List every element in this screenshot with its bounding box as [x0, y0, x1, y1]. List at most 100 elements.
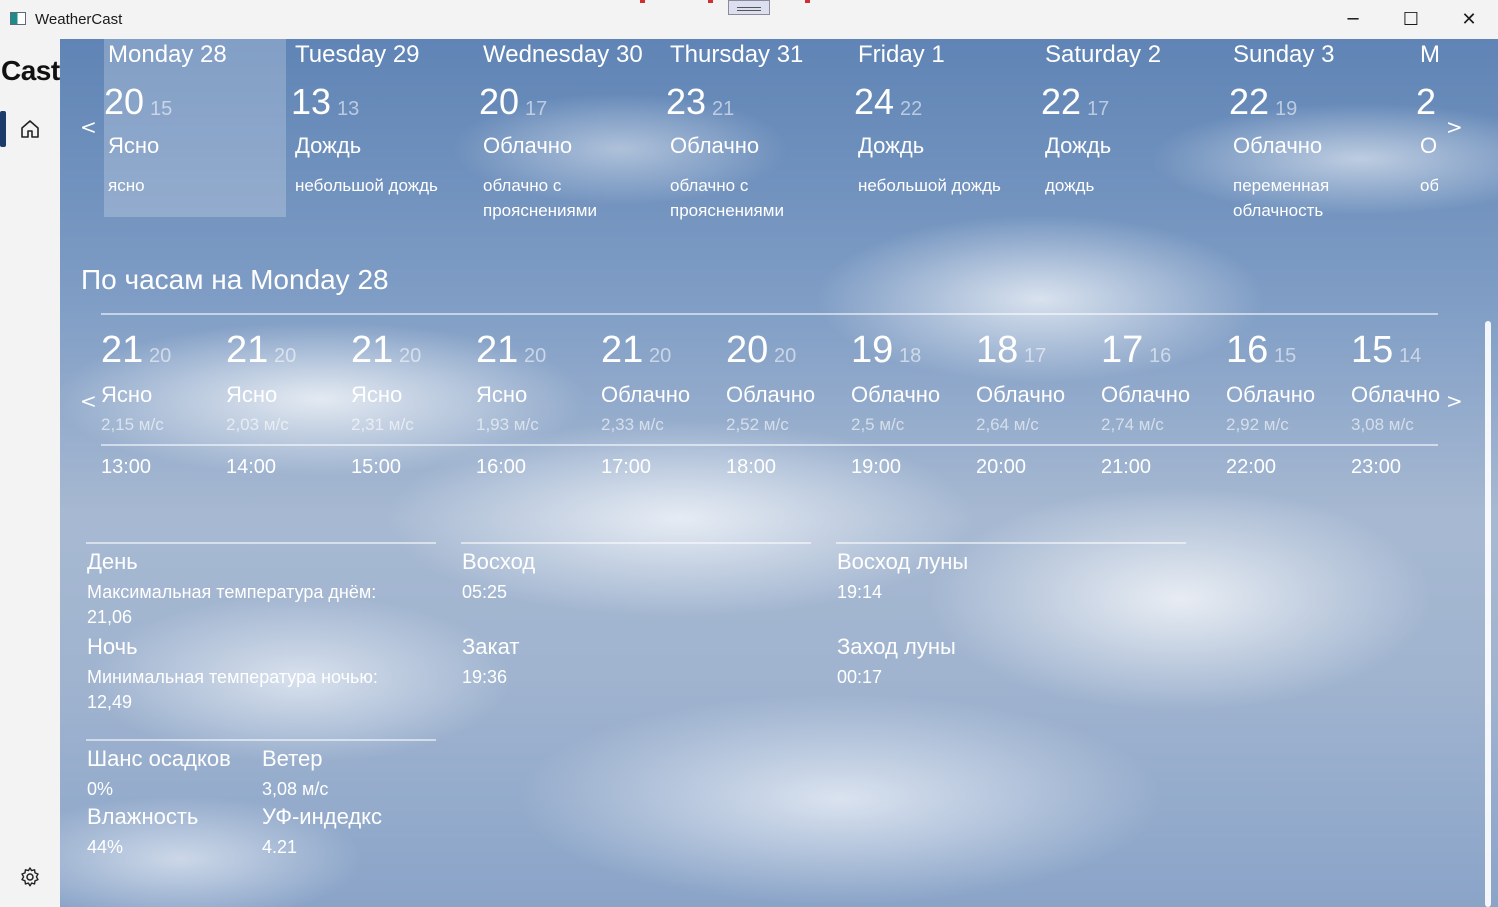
gear-icon[interactable]: [19, 866, 41, 888]
drag-handle[interactable]: [728, 0, 770, 15]
hour-min-temp: 20: [149, 345, 172, 367]
day-description: облачно с прояснениями: [670, 176, 784, 220]
day-name: Thursday 31: [670, 41, 804, 68]
hour-card: 21 20 Ясно 2,31 м/с 15:00: [351, 325, 476, 485]
day-max-value: 21,06: [87, 607, 133, 627]
maximize-button[interactable]: ☐: [1382, 0, 1440, 39]
day-name: Monday 28: [108, 41, 227, 68]
hour-card: 21 20 Облачно 2,33 м/с 17:00: [601, 325, 726, 485]
hour-max-temp: 21: [351, 329, 394, 371]
hour-condition: Облачно: [601, 382, 691, 407]
wind-label: Ветер: [262, 746, 323, 771]
day-max-temp: 20: [479, 81, 520, 122]
hour-condition: Ясно: [226, 382, 278, 407]
day-card[interactable]: Tuesday 29 13 13 Дождь небольшой дождь: [291, 39, 473, 217]
day-card[interactable]: Monday 28 20 15 Ясно ясно: [104, 39, 286, 217]
hour-max-temp: 20: [726, 329, 769, 371]
day-condition: О: [1420, 133, 1438, 158]
hour-time: 16:00: [476, 456, 527, 478]
day-name: Saturday 2: [1045, 41, 1162, 68]
hour-time: 20:00: [976, 456, 1027, 478]
divider: [86, 739, 436, 741]
precip-label: Шанс осадков: [87, 746, 231, 771]
hour-time: 22:00: [1226, 456, 1277, 478]
hour-time: 13:00: [101, 456, 152, 478]
divider: [101, 313, 1438, 315]
day-min-temp: 13: [337, 98, 360, 120]
hour-card: 17 16 Облачно 2,74 м/с 21:00: [1101, 325, 1226, 485]
hour-time: 23:00: [1351, 456, 1402, 478]
day-max-temp: 2: [1416, 81, 1437, 122]
day-condition: Облачно: [483, 133, 573, 158]
day-card[interactable]: Thursday 31 23 21 Облачно облачно с проя…: [666, 39, 848, 220]
hour-card: 20 20 Облачно 2,52 м/с 18:00: [726, 325, 851, 485]
vertical-scrollbar[interactable]: [1485, 321, 1491, 907]
hour-condition: Облачно: [1226, 382, 1316, 407]
day-name: M: [1420, 41, 1438, 68]
day-condition: Ясно: [108, 133, 160, 158]
hour-min-temp: 16: [1149, 345, 1172, 367]
hour-wind: 2,33 м/с: [601, 415, 664, 434]
hour-wind: 2,31 м/с: [351, 415, 414, 434]
hour-card: 16 15 Облачно 2,92 м/с 22:00: [1226, 325, 1351, 485]
day-name: Friday 1: [858, 41, 945, 68]
day-card[interactable]: Saturday 2 22 17 Дождь дождь: [1041, 39, 1223, 217]
night-label: Ночь: [87, 634, 138, 659]
hour-wind: 2,64 м/с: [976, 415, 1039, 434]
day-condition: Дождь: [295, 133, 362, 158]
day-condition: Дождь: [858, 133, 925, 158]
decor-mark: [640, 0, 645, 3]
sunset-label: Закат: [462, 634, 520, 659]
hourly-prev-button[interactable]: <: [80, 389, 97, 413]
daily-prev-button[interactable]: <: [80, 115, 97, 139]
daily-next-button[interactable]: >: [1446, 115, 1463, 139]
title-bar: WeatherCast ─ ☐ ✕: [0, 0, 1498, 39]
hour-max-temp: 21: [476, 329, 519, 371]
hour-time: 17:00: [601, 456, 652, 478]
day-description: об пр: [1420, 176, 1438, 195]
day-min-temp: 21: [712, 98, 735, 120]
hour-card: 15 14 Облачно 3,08 м/с 23:00: [1351, 325, 1441, 485]
hour-max-temp: 15: [1351, 329, 1394, 371]
hour-max-temp: 21: [226, 329, 269, 371]
moonset-label: Заход луны: [837, 634, 956, 659]
day-card[interactable]: M 2 О об пр: [1416, 39, 1438, 217]
hour-min-temp: 20: [649, 345, 672, 367]
hour-min-temp: 18: [899, 345, 922, 367]
day-min-temp: 17: [525, 98, 548, 120]
hour-min-temp: 20: [399, 345, 422, 367]
nav-home[interactable]: [0, 111, 60, 147]
hour-max-temp: 21: [101, 329, 144, 371]
day-card[interactable]: Wednesday 30 20 17 Облачно облачно с про…: [479, 39, 661, 220]
day-description: ясно: [108, 176, 145, 195]
day-description: облачно с прояснениями: [483, 176, 597, 220]
close-button[interactable]: ✕: [1440, 0, 1498, 39]
hour-time: 19:00: [851, 456, 902, 478]
uv-value: 4.21: [262, 837, 298, 857]
hourly-next-button[interactable]: >: [1446, 389, 1463, 413]
day-card[interactable]: Friday 1 24 22 Дождь небольшой дождь: [854, 39, 1036, 217]
hour-condition: Облачно: [1101, 382, 1191, 407]
hourly-title-prefix: По часам на: [81, 264, 243, 295]
sidebar-title: Cast: [1, 55, 60, 86]
day-max-temp: 22: [1229, 81, 1270, 122]
day-name: Wednesday 30: [483, 41, 643, 68]
night-min-label: Минимальная температура ночью:: [87, 667, 378, 687]
day-description: небольшой дождь: [858, 176, 1001, 195]
hour-min-temp: 14: [1399, 345, 1422, 367]
day-condition: Облачно: [1233, 133, 1323, 158]
decor-mark: [708, 0, 713, 3]
minimize-button[interactable]: ─: [1324, 0, 1382, 39]
day-min-temp: 17: [1087, 98, 1110, 120]
hour-wind: 2,15 м/с: [101, 415, 164, 434]
sunrise-label: Восход: [462, 549, 536, 574]
precip-value: 0%: [87, 779, 114, 799]
day-description: дождь: [1045, 176, 1095, 195]
hour-card: 21 20 Ясно 1,93 м/с 16:00: [476, 325, 601, 485]
hour-condition: Ясно: [476, 382, 528, 407]
hour-card: 21 20 Ясно 2,03 м/с 14:00: [226, 325, 351, 485]
day-card[interactable]: Sunday 3 22 19 Облачно переменная облачн…: [1229, 39, 1411, 220]
day-name: Sunday 3: [1233, 41, 1335, 68]
moonset-value: 00:17: [837, 667, 883, 687]
hour-max-temp: 16: [1226, 329, 1269, 371]
